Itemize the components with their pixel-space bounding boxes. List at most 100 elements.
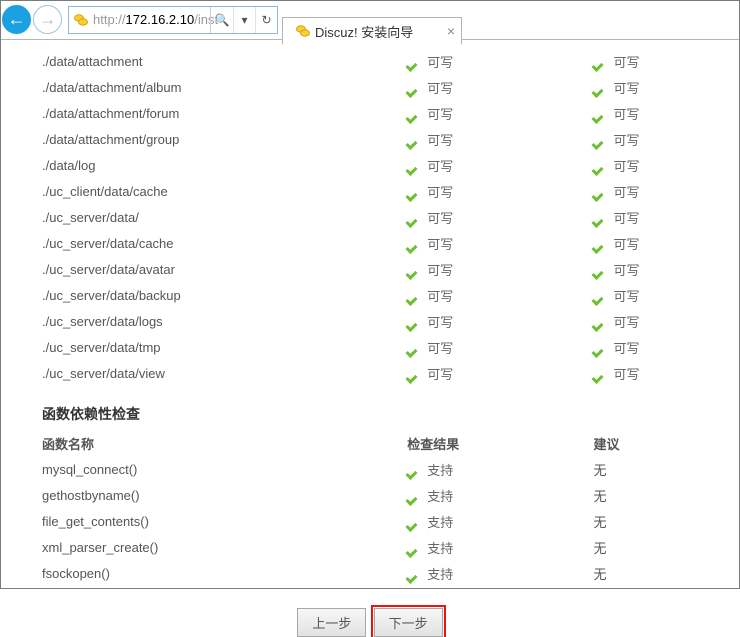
func-suggest: 无: [593, 508, 730, 534]
table-row: ./data/log可写可写: [10, 152, 730, 178]
table-row: ./data/attachment/forum可写可写: [10, 100, 730, 126]
perm-status: 可写: [407, 100, 593, 126]
check-icon: [407, 369, 421, 381]
check-icon: [407, 343, 421, 355]
table-row: ./uc_server/data/view可写可写: [10, 360, 730, 386]
refresh-icon[interactable]: ↻: [255, 7, 277, 33]
perm-path: ./uc_server/data/avatar: [10, 256, 407, 282]
perm-status: 可写: [407, 48, 593, 74]
perm-status: 可写: [407, 230, 593, 256]
func-suggest: 无: [593, 534, 730, 560]
check-icon: [593, 213, 607, 225]
table-row: xml_parser_create()支持无: [10, 534, 730, 560]
perm-suggest: 可写: [593, 204, 730, 230]
func-name: file_get_contents(): [10, 508, 407, 534]
perm-path: ./data/attachment/group: [10, 126, 407, 152]
perm-path: ./uc_server/data/logs: [10, 308, 407, 334]
func-result: 支持: [407, 534, 593, 560]
func-name: mysql_connect(): [10, 456, 407, 482]
check-icon: [407, 543, 421, 555]
check-icon: [407, 517, 421, 529]
func-name: fsockopen(): [10, 560, 407, 586]
perm-status: 可写: [407, 152, 593, 178]
func-section-title: 函数依赖性检查: [10, 386, 730, 430]
perm-status: 可写: [407, 308, 593, 334]
check-icon: [407, 491, 421, 503]
perm-path: ./uc_server/data/backup: [10, 282, 407, 308]
func-name: gethostbyname(): [10, 482, 407, 508]
button-row: 上一步 下一步: [10, 608, 730, 637]
func-name: xml_parser_create(): [10, 534, 407, 560]
func-suggest: 无: [593, 560, 730, 586]
table-row: file_get_contents()支持无: [10, 508, 730, 534]
tab-close-button[interactable]: ×: [447, 23, 455, 39]
perm-suggest: 可写: [593, 256, 730, 282]
perm-suggest: 可写: [593, 152, 730, 178]
prev-button[interactable]: 上一步: [297, 608, 366, 637]
url-text: http://172.16.2.10/inst: [93, 12, 218, 27]
url-dropdown-icon[interactable]: ▾: [233, 7, 255, 33]
perm-suggest: 可写: [593, 126, 730, 152]
perm-suggest: 可写: [593, 308, 730, 334]
perm-status: 可写: [407, 126, 593, 152]
check-icon: [593, 291, 607, 303]
func-suggest: 无: [593, 456, 730, 482]
function-table: 函数名称检查结果建议mysql_connect()支持无gethostbynam…: [10, 430, 730, 586]
check-icon: [593, 161, 607, 173]
check-icon: [407, 265, 421, 277]
table-row: ./uc_server/data/tmp可写可写: [10, 334, 730, 360]
nav-forward-button[interactable]: →: [33, 5, 62, 34]
check-icon: [407, 465, 421, 477]
check-icon: [407, 317, 421, 329]
func-result: 支持: [407, 482, 593, 508]
perm-suggest: 可写: [593, 360, 730, 386]
permission-table: ./data/attachment可写可写./data/attachment/a…: [10, 48, 730, 386]
check-icon: [407, 161, 421, 173]
arrow-right-icon: →: [39, 9, 57, 30]
check-icon: [593, 187, 607, 199]
check-icon: [407, 291, 421, 303]
check-icon: [407, 109, 421, 121]
perm-status: 可写: [407, 204, 593, 230]
nav-back-button[interactable]: ←: [2, 5, 31, 34]
tab-favicon-icon: [295, 23, 311, 39]
perm-status: 可写: [407, 256, 593, 282]
check-icon: [593, 265, 607, 277]
perm-path: ./data/attachment/album: [10, 74, 407, 100]
check-icon: [593, 369, 607, 381]
table-row: ./data/attachment/group可写可写: [10, 126, 730, 152]
tab-title: Discuz! 安装向导: [315, 22, 413, 41]
page-body: ./data/attachment可写可写./data/attachment/a…: [0, 40, 740, 589]
table-row: ./uc_server/data/avatar可写可写: [10, 256, 730, 282]
search-icon[interactable]: 🔍: [211, 7, 233, 33]
perm-path: ./uc_server/data/: [10, 204, 407, 230]
perm-suggest: 可写: [593, 100, 730, 126]
perm-path: ./uc_server/data/tmp: [10, 334, 407, 360]
table-row: ./uc_server/data/可写可写: [10, 204, 730, 230]
func-result: 支持: [407, 456, 593, 482]
check-icon: [407, 83, 421, 95]
perm-suggest: 可写: [593, 230, 730, 256]
arrow-left-icon: ←: [8, 9, 26, 30]
perm-suggest: 可写: [593, 334, 730, 360]
address-bar[interactable]: http://172.16.2.10/inst 🔍 ▾ ↻: [68, 6, 278, 34]
table-row: ./data/attachment/album可写可写: [10, 74, 730, 100]
check-icon: [593, 239, 607, 251]
check-icon: [407, 187, 421, 199]
perm-path: ./uc_server/data/view: [10, 360, 407, 386]
site-favicon-icon: [73, 12, 89, 28]
table-row: gethostbyname()支持无: [10, 482, 730, 508]
perm-suggest: 可写: [593, 48, 730, 74]
perm-suggest: 可写: [593, 282, 730, 308]
tab-bar: Discuz! 安装向导 ×: [282, 0, 462, 39]
table-row: ./data/attachment可写可写: [10, 48, 730, 74]
perm-path: ./uc_server/data/cache: [10, 230, 407, 256]
table-row: ./uc_server/data/logs可写可写: [10, 308, 730, 334]
perm-path: ./data/attachment/forum: [10, 100, 407, 126]
next-button[interactable]: 下一步: [374, 608, 443, 637]
perm-status: 可写: [407, 282, 593, 308]
check-icon: [407, 135, 421, 147]
perm-status: 可写: [407, 334, 593, 360]
perm-status: 可写: [407, 360, 593, 386]
check-icon: [407, 569, 421, 581]
